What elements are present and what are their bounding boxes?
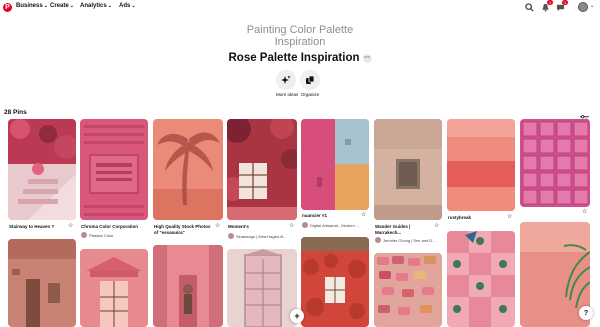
pin-image[interactable] (227, 119, 297, 220)
pin-image[interactable] (447, 231, 515, 327)
pin-image[interactable] (374, 253, 442, 327)
pin-card[interactable] (80, 249, 148, 327)
pin-caption[interactable]: rustybreak (448, 215, 506, 220)
pin-image[interactable] (8, 239, 76, 327)
ads-label: Ads (119, 3, 131, 9)
chevron-down-icon: ⌄ (69, 3, 74, 9)
pin-card[interactable]: Moment's ☆ Sinanaogu | Mira Hagen-B... (227, 119, 297, 243)
pin-caption[interactable]: High Quality Stock Photos (154, 224, 216, 229)
create-menu[interactable]: Create ⌄ (50, 3, 74, 9)
pin-card[interactable] (227, 249, 297, 327)
organize-action[interactable]: Organize (300, 70, 320, 97)
pinterest-logo-icon[interactable]: P (3, 3, 12, 12)
pin-card[interactable]: Chroma Color Corporation Plastics Color … (80, 119, 148, 243)
source-avatar (302, 222, 308, 228)
source-name: Sinanaogu | Mira Hagen-B... (236, 233, 287, 239)
pin-image[interactable] (153, 119, 223, 220)
pin-image[interactable] (8, 119, 76, 220)
pin-card[interactable]: ☆ (520, 119, 590, 217)
pin-image[interactable] (227, 249, 297, 327)
pin-image[interactable] (80, 249, 148, 327)
chevron-down-icon[interactable]: ⌄ (590, 3, 594, 9)
star-icon[interactable]: ☆ (361, 211, 366, 218)
pin-source[interactable]: Digital Artisanat - Modern ... (302, 222, 368, 228)
pin-caption[interactable]: Chroma Color Corporation (81, 224, 139, 229)
board-title-text: Rose Palette Inspiration (228, 52, 360, 64)
board-header: Painting Color Palette Inspiration Rose … (200, 24, 400, 66)
pin-card[interactable]: Stairway to Heaven ? ☆ (8, 119, 76, 235)
pin-image[interactable] (153, 245, 223, 327)
pin-source[interactable]: Plastics Color (81, 232, 147, 238)
star-icon[interactable]: ☆ (434, 222, 439, 229)
pin-caption-line2[interactable]: of "essaouira" (154, 230, 185, 235)
parent-board-title-line1[interactable]: Painting Color Palette (200, 24, 400, 36)
business-label: Business (16, 3, 43, 9)
star-icon[interactable]: ☆ (507, 213, 512, 220)
pin-caption[interactable]: Stairway to Heaven ? (9, 224, 67, 229)
organize-icon[interactable] (300, 70, 320, 90)
add-pin-button[interactable]: + (290, 309, 304, 323)
more-options-button[interactable]: ··· (362, 54, 372, 63)
top-nav-bar: P Business ⌄ Create ⌄ Analytics ⌄ Ads ⌄ 1 1 … (0, 0, 600, 16)
pin-image[interactable] (301, 119, 369, 210)
pin-image[interactable] (301, 237, 369, 327)
pin-card[interactable] (8, 239, 76, 327)
sparkle-icon[interactable] (276, 70, 296, 90)
source-avatar (81, 232, 87, 238)
star-icon[interactable]: ☆ (215, 222, 220, 229)
pin-source[interactable]: Jennifer Chong | See and D... (375, 237, 443, 243)
chevron-down-icon: ⌄ (131, 3, 136, 9)
pin-image[interactable] (374, 119, 442, 220)
star-icon[interactable]: ☆ (68, 222, 73, 229)
chevron-down-icon: ⌄ (107, 3, 112, 9)
avatar[interactable] (578, 2, 588, 12)
pin-source[interactable]: Sinanaogu | Mira Hagen-B... (228, 233, 296, 239)
analytics-label: Analytics (80, 3, 107, 9)
pin-card[interactable] (374, 253, 442, 327)
source-name: Digital Artisanat - Modern ... (310, 222, 360, 228)
organize-label: Organize (300, 92, 320, 97)
notifications-icon[interactable]: 1 (540, 0, 553, 12)
search-icon[interactable] (524, 2, 534, 12)
pin-card[interactable]: High Quality Stock Photos of "essaouira"… (153, 119, 223, 243)
source-name: Jennifer Chong | See and D... (383, 237, 436, 243)
business-menu[interactable]: Business ⌄ (16, 3, 48, 9)
more-ideas-label: More ideas (276, 92, 299, 97)
pin-caption[interactable]: Moment's (228, 224, 290, 229)
more-ideas-action[interactable]: More ideas (276, 70, 299, 97)
star-icon[interactable]: ☆ (289, 222, 294, 229)
page-title: Rose Palette Inspiration ··· (228, 52, 372, 65)
pin-caption[interactable]: Wander Guides | (375, 224, 435, 229)
pin-count: 28 Pins (4, 109, 27, 116)
pin-card[interactable]: rustybreak ☆ (447, 119, 515, 223)
pin-card[interactable] (447, 231, 515, 327)
pin-image[interactable] (447, 119, 515, 211)
source-avatar (375, 237, 381, 243)
help-button[interactable]: ? (579, 306, 593, 320)
create-label: Create (50, 3, 69, 9)
parent-board-title-line2[interactable]: Inspiration (200, 36, 400, 48)
notifications-badge: 1 (547, 0, 553, 5)
pin-image[interactable] (80, 119, 148, 220)
pin-card[interactable] (301, 237, 369, 327)
pin-caption-line2[interactable]: Marrakech... (375, 230, 401, 235)
pin-card[interactable]: nuancier #1 ☆ Digital Artisanat - Modern… (301, 119, 369, 231)
analytics-menu[interactable]: Analytics ⌄ (80, 3, 112, 9)
source-avatar (228, 233, 234, 239)
messages-badge: 1 (562, 0, 568, 5)
star-icon[interactable]: ☆ (582, 208, 587, 215)
source-name: Plastics Color (89, 232, 114, 238)
pin-card[interactable] (153, 245, 223, 327)
pin-card[interactable]: Wander Guides | Marrakech... ☆ Jennifer … (374, 119, 442, 243)
chevron-down-icon: ⌄ (43, 3, 48, 9)
pin-image[interactable] (520, 119, 590, 207)
pin-caption[interactable]: nuancier #1 (302, 213, 360, 218)
messages-icon[interactable]: 1 (555, 0, 568, 12)
ads-menu[interactable]: Ads ⌄ (119, 3, 136, 9)
